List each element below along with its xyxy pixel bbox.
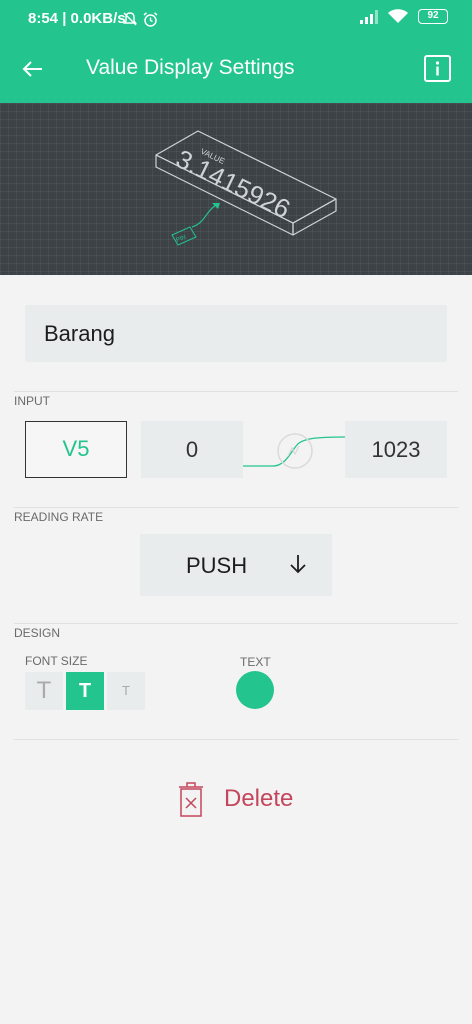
signal-icon <box>360 9 378 24</box>
max-value-input[interactable]: 1023 <box>345 421 447 478</box>
alarm-icon <box>143 12 158 27</box>
font-size-label: FONT SIZE <box>25 654 88 668</box>
reading-rate-section-label: READING RATE <box>14 510 104 524</box>
widget-name-input[interactable]: Barang <box>25 305 447 362</box>
divider <box>14 623 458 624</box>
min-value-input[interactable]: 0 <box>141 421 243 478</box>
divider <box>14 391 458 392</box>
delete-button[interactable]: Delete <box>176 781 306 819</box>
pin-selector[interactable]: V5 <box>25 421 127 478</box>
info-icon <box>435 61 440 76</box>
battery-indicator: 92 <box>418 9 448 24</box>
widget-preview: VALUE 3.1415926 PIN <box>0 103 472 275</box>
status-time: 8:54 | 0.0KB/s <box>28 10 126 27</box>
arrow-down-icon <box>290 555 306 574</box>
reading-rate-dropdown[interactable]: PUSH <box>140 534 332 596</box>
app-bar: Value Display Settings <box>0 36 472 103</box>
preview-pin-label: PIN <box>176 235 188 244</box>
divider <box>14 739 458 740</box>
back-arrow-icon[interactable] <box>20 56 46 82</box>
delete-label: Delete <box>224 785 294 812</box>
range-mapping-icon[interactable] <box>243 421 345 478</box>
page-title: Value Display Settings <box>86 56 295 79</box>
info-button[interactable] <box>424 55 451 82</box>
wifi-icon <box>388 9 408 23</box>
value-display-illustration: VALUE 3.1415926 PIN <box>155 130 337 246</box>
trash-icon <box>179 782 203 817</box>
status-bar: 8:54 | 0.0KB/s 92 <box>0 0 472 36</box>
notifications-off-icon <box>123 12 137 26</box>
divider <box>14 507 458 508</box>
font-size-small-button[interactable]: T <box>107 672 145 710</box>
font-size-large-button[interactable]: T <box>25 672 63 710</box>
text-color-picker[interactable] <box>236 671 274 709</box>
design-section-label: DESIGN <box>14 626 61 640</box>
input-section-label: INPUT <box>14 394 50 408</box>
text-color-label: TEXT <box>240 655 271 669</box>
font-size-medium-button[interactable]: T <box>66 672 104 710</box>
reading-rate-value: PUSH <box>186 553 248 578</box>
